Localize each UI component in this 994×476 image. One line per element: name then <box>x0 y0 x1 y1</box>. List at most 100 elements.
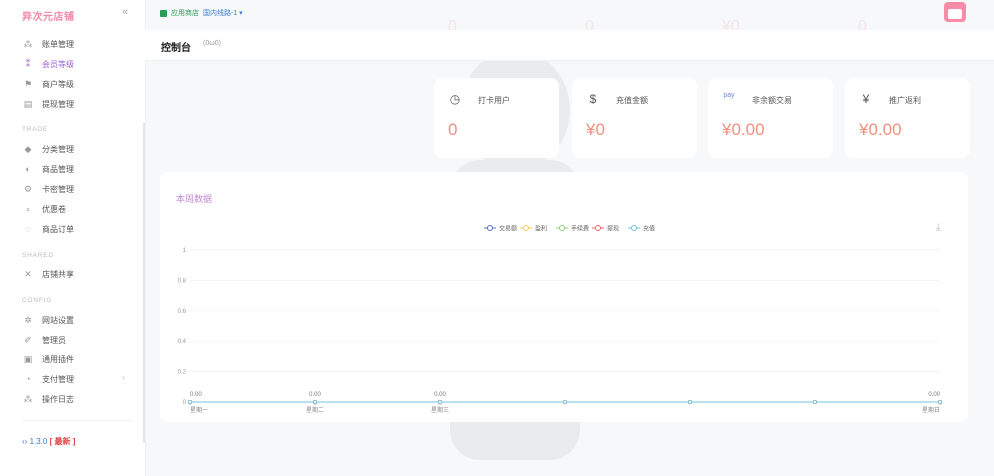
legend-entry: 充值 <box>643 225 655 233</box>
sidebar-item[interactable]: ✐ 管理员 <box>22 334 66 346</box>
stat-label: 充值金额 <box>616 96 648 105</box>
orders-icon: ◌ <box>25 224 31 234</box>
data-label: 0.00 <box>190 392 202 398</box>
y-tick-label: 1 <box>183 248 187 254</box>
sidebar-item-label: 支付管理 <box>42 374 74 384</box>
legend-swatch <box>559 225 565 231</box>
goods-icon: ◐ <box>25 164 31 174</box>
sidebar-group-label: CONFIG <box>22 297 53 304</box>
sidebar-item[interactable]: ⚑ 商户等级 <box>22 78 74 90</box>
legend-entry: 提现 <box>607 225 619 233</box>
version-number: 1.3.0 <box>29 437 48 446</box>
payment-icon: ◔ <box>25 374 31 384</box>
series-point <box>437 399 442 404</box>
brand-logo: 异次元店铺 <box>22 12 75 23</box>
stat-card: pay 非余额交易 ¥0.00 <box>708 78 833 158</box>
admin-icon: ✐ <box>24 334 32 345</box>
chevron-right-icon: › <box>122 373 125 382</box>
data-label: 0.00 <box>434 392 446 398</box>
category-icon: ◆ <box>24 143 32 154</box>
sidebar-item[interactable]: ⸗ 优惠卷 <box>22 203 67 215</box>
sidebar-item[interactable]: ⁑ 会员等级 <box>22 58 74 70</box>
legend-swatch <box>523 225 529 231</box>
sidebar-item[interactable]: ⚙ 卡密管理 <box>22 183 74 195</box>
legend-swatch <box>487 225 493 231</box>
x-tick-label: 星期日 <box>922 406 940 414</box>
page-title: 控制台 <box>161 43 191 54</box>
sidebar: 异次元店铺 « ⁂ 账单管理 ⁑ 会员等级 ⚑ 商户等级 ▤ 提现管理 TRADE ◆ 分类管理 ◐ 商… <box>0 0 146 476</box>
stat-label: 推广返利 <box>889 96 921 105</box>
legend-entry: 手续费 <box>571 225 589 233</box>
merchant-level-icon: ⚑ <box>23 78 33 89</box>
series-point <box>688 399 693 404</box>
weekly-chart-panel: 本周数据 ⤓ 0 0.2 0.4 0.6 0.8 1 星期一 星期二 星期三 星期日 0.00 0.0… <box>160 172 968 422</box>
settings-icon: ✲ <box>24 314 32 325</box>
sidebar-item-label: 商户等级 <box>42 79 74 89</box>
top-bar: 应用商店 国内线路-1 ▾ <box>160 8 243 18</box>
x-tick-label: 星期二 <box>306 406 324 414</box>
series-point <box>187 399 192 404</box>
sidebar-item[interactable]: ◐ 商品管理 <box>22 163 74 175</box>
sidebar-item[interactable]: ▤ 提现管理 <box>22 98 74 110</box>
coupon-icon: ⸗ <box>26 204 30 214</box>
plugin-icon: ▣ <box>23 353 33 364</box>
weekly-line-chart: 0 0.2 0.4 0.6 0.8 1 星期一 星期二 星期三 星期日 0.00 0.00 0.00 0.… <box>178 225 943 414</box>
sidebar-item[interactable]: ◌ 商品订单 <box>22 223 74 235</box>
stat-value: ¥0.00 <box>859 120 902 139</box>
sidebar-item-label: 商品订单 <box>42 224 74 234</box>
store-icon <box>160 9 167 17</box>
series-point <box>562 399 567 404</box>
yen-icon: ¥ <box>862 92 870 106</box>
sidebar-item[interactable]: ⁂ 操作日志 <box>22 393 75 405</box>
withdraw-icon: ▤ <box>23 98 33 109</box>
sidebar-item[interactable]: ▣ 通用插件 <box>22 353 74 365</box>
series-point <box>312 399 317 404</box>
avatar[interactable] <box>944 2 966 22</box>
stat-card: ◷ 打卡用户 0 <box>434 78 559 158</box>
sidebar-group-label: TRADE <box>22 126 49 133</box>
y-tick-label: 0.8 <box>178 278 187 284</box>
sidebar-divider <box>22 420 132 421</box>
version-new-badge: [ 最新 ] <box>49 437 76 446</box>
sidebar-item-label: 提现管理 <box>42 99 74 109</box>
app-store-link[interactable]: 应用商店 <box>171 8 199 18</box>
recharge-icon: $ <box>589 92 597 106</box>
y-tick-label: 0 <box>183 400 187 406</box>
route-select[interactable]: 国内线路-1 ▾ <box>203 8 243 18</box>
page-header: 控制台 (0ω0) <box>145 30 994 61</box>
sidebar-group-label: SHARED <box>22 252 54 259</box>
sidebar-item-label: 分类管理 <box>42 144 74 154</box>
y-tick-label: 0.2 <box>178 370 187 376</box>
sidebar-item-label: 通用插件 <box>42 354 74 364</box>
legend-swatch <box>595 225 601 231</box>
series-point <box>813 399 818 404</box>
sidebar-item-label: 操作日志 <box>42 394 74 404</box>
data-label: 0.00 <box>928 392 940 398</box>
stat-label: 打卡用户 <box>478 96 510 105</box>
stat-value: 0 <box>448 120 458 139</box>
version-info[interactable]: ‹› 1.3.0 [ 最新 ] <box>22 436 75 447</box>
sidebar-item-label: 优惠卷 <box>42 204 66 214</box>
member-level-icon: ⁑ <box>25 58 31 69</box>
stat-value: ¥0 <box>586 120 605 139</box>
stat-value: ¥0.00 <box>722 120 765 139</box>
log-icon: ⁂ <box>23 393 33 404</box>
sidebar-item-label: 卡密管理 <box>42 184 74 194</box>
sidebar-item[interactable]: ◆ 分类管理 <box>22 143 74 155</box>
sidebar-item[interactable]: ◔ 支付管理 <box>22 373 74 385</box>
legend-entry: 盈利 <box>535 225 547 233</box>
legend-swatch <box>631 225 637 231</box>
stat-card: $ 充值金额 ¥0 <box>572 78 697 158</box>
sidebar-item[interactable]: ⁂ 账单管理 <box>22 38 75 50</box>
sidebar-item[interactable]: ✕ 店铺共享 <box>22 268 74 280</box>
collapse-sidebar-icon[interactable]: « <box>122 6 128 18</box>
sidebar-item[interactable]: ✲ 网站设置 <box>22 314 74 326</box>
sidebar-item-label: 管理员 <box>42 335 66 345</box>
clock-icon: ◷ <box>449 92 461 106</box>
sidebar-item-label: 商品管理 <box>42 164 74 174</box>
x-tick-label: 星期一 <box>190 406 208 414</box>
data-label: 0.00 <box>309 392 321 398</box>
sidebar-scrollbar[interactable] <box>143 123 145 443</box>
y-tick-label: 0.6 <box>178 309 187 315</box>
legend-entry: 交易额 <box>499 225 517 233</box>
